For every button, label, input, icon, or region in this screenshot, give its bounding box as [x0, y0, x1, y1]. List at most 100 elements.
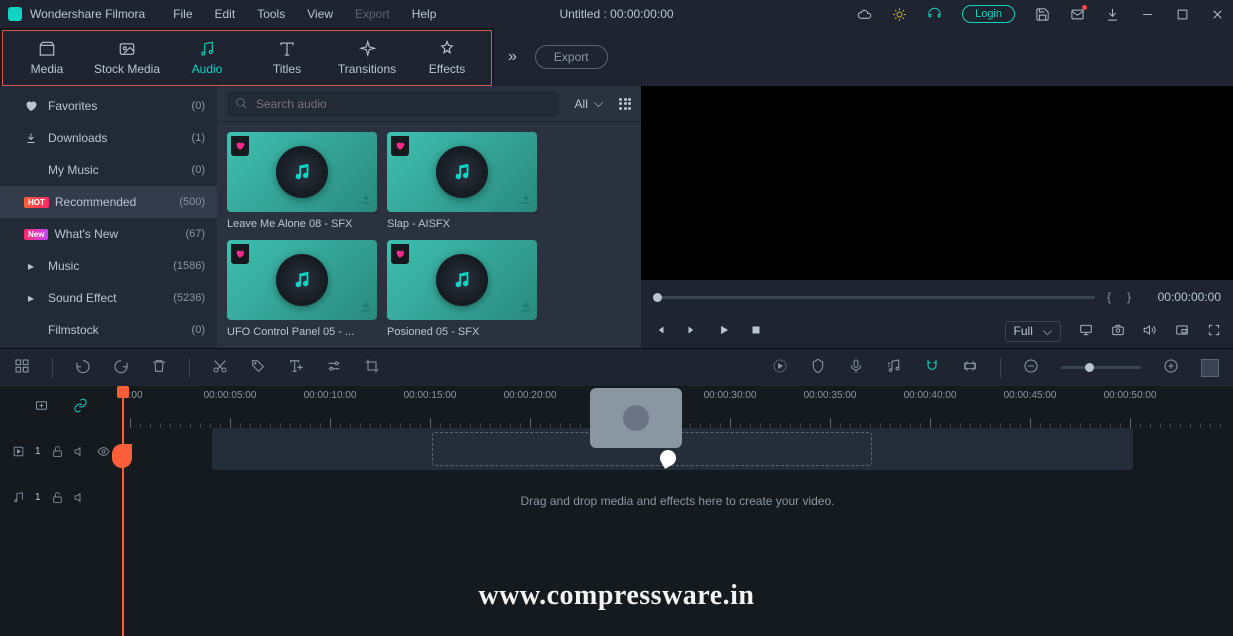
- media-thumb[interactable]: [387, 132, 537, 212]
- quality-dropdown[interactable]: Full⌵: [1005, 321, 1061, 342]
- mute-icon[interactable]: [74, 445, 87, 458]
- tag-icon[interactable]: [250, 358, 266, 377]
- range-braces[interactable]: {}: [1107, 290, 1131, 304]
- menu-edit[interactable]: Edit: [215, 7, 236, 21]
- prev-frame-icon[interactable]: [653, 323, 667, 340]
- dragging-media-chip[interactable]: [590, 388, 682, 448]
- adjust-icon[interactable]: [326, 358, 342, 377]
- marker-icon[interactable]: [810, 358, 826, 377]
- timeline: 00:0000:00:05:0000:00:10:0000:00:15:0000…: [0, 386, 1233, 636]
- video-track-body[interactable]: Drag and drop media and effects here to …: [122, 428, 1233, 474]
- minimize-icon[interactable]: [1140, 7, 1155, 22]
- tab-titles[interactable]: Titles: [247, 31, 327, 85]
- fullscreen-icon[interactable]: [1207, 323, 1221, 340]
- lock-icon[interactable]: [51, 445, 64, 458]
- filter-all-dropdown[interactable]: All⌵: [567, 96, 611, 111]
- volume-icon[interactable]: [1143, 323, 1157, 340]
- maximize-icon[interactable]: [1175, 7, 1190, 22]
- render-icon[interactable]: [772, 358, 788, 377]
- sidebar-item-music[interactable]: ▸Music(1586): [0, 250, 217, 282]
- search-icon: [235, 97, 248, 110]
- sparkle-icon[interactable]: [892, 7, 907, 22]
- sidebar-item-my-music[interactable]: My Music(0): [0, 154, 217, 186]
- tab-media-label: Media: [31, 62, 64, 76]
- download-icon[interactable]: [1105, 7, 1120, 22]
- monitor-icon[interactable]: [1079, 323, 1093, 340]
- login-button[interactable]: Login: [962, 5, 1015, 23]
- sidebar-item-what's-new[interactable]: NewWhat's New(67): [0, 218, 217, 250]
- audio-mixer-icon[interactable]: [886, 358, 902, 377]
- eye-icon[interactable]: [97, 445, 110, 458]
- tab-transitions[interactable]: Transitions: [327, 31, 407, 85]
- tab-audio[interactable]: Audio: [167, 31, 247, 85]
- download-icon[interactable]: [519, 299, 533, 316]
- zoom-in-icon[interactable]: [1163, 358, 1179, 377]
- snapshot-icon[interactable]: [1111, 323, 1125, 340]
- favorite-tag-icon[interactable]: [231, 244, 249, 264]
- favorite-tag-icon[interactable]: [231, 136, 249, 156]
- delete-icon[interactable]: [151, 358, 167, 377]
- zoom-slider[interactable]: [1061, 366, 1141, 369]
- favorite-tag-icon[interactable]: [391, 136, 409, 156]
- sidebar-item-sound-effect[interactable]: ▸Sound Effect(5236): [0, 282, 217, 314]
- media-thumb[interactable]: [227, 132, 377, 212]
- media-thumb[interactable]: [227, 240, 377, 320]
- lock-icon[interactable]: [51, 491, 64, 504]
- pip-icon[interactable]: [1175, 323, 1189, 340]
- step-back-icon[interactable]: [685, 323, 699, 340]
- menu-help[interactable]: Help: [412, 7, 437, 21]
- headphones-icon[interactable]: [927, 7, 942, 22]
- cut-icon[interactable]: [212, 358, 228, 377]
- media-card[interactable]: Slap - AISFX: [387, 132, 537, 230]
- ripple-icon[interactable]: [962, 358, 978, 377]
- menu-export[interactable]: Export: [355, 7, 390, 21]
- fit-toggle[interactable]: [1201, 359, 1219, 377]
- search-box[interactable]: [227, 91, 559, 117]
- voiceover-icon[interactable]: [848, 358, 864, 377]
- download-icon[interactable]: [359, 191, 373, 208]
- expand-panels-icon[interactable]: »: [508, 48, 517, 66]
- undo-icon[interactable]: [75, 358, 91, 377]
- link-icon[interactable]: [73, 398, 88, 416]
- media-thumb[interactable]: [387, 240, 537, 320]
- tab-stock-media[interactable]: Stock Media: [87, 31, 167, 85]
- media-card[interactable]: Leave Me Alone 08 - SFX: [227, 132, 377, 230]
- menu-view[interactable]: View: [307, 7, 333, 21]
- media-card[interactable]: Posioned 05 - SFX: [387, 240, 537, 338]
- export-button[interactable]: Export: [535, 45, 608, 69]
- ruler-label: 00:00:15:00: [404, 390, 457, 401]
- mute-icon[interactable]: [74, 491, 87, 504]
- media-card[interactable]: UFO Control Panel 05 - ...: [227, 240, 377, 338]
- grid-view-icon[interactable]: [619, 98, 631, 110]
- menu-file[interactable]: File: [173, 7, 192, 21]
- favorite-tag-icon[interactable]: [391, 244, 409, 264]
- add-text-icon[interactable]: [288, 358, 304, 377]
- menu-tools[interactable]: Tools: [257, 7, 285, 21]
- crop-icon[interactable]: [364, 358, 380, 377]
- sidebar-item-filmstock[interactable]: Filmstock(0): [0, 314, 217, 346]
- tab-effects[interactable]: Effects: [407, 31, 487, 85]
- chevron-down-icon: ⌵: [1043, 324, 1052, 339]
- magnet-icon[interactable]: [924, 358, 940, 377]
- cloud-icon[interactable]: [857, 7, 872, 22]
- redo-icon[interactable]: [113, 358, 129, 377]
- download-icon[interactable]: [519, 191, 533, 208]
- close-icon[interactable]: [1210, 7, 1225, 22]
- video-preview[interactable]: [641, 86, 1233, 280]
- mail-icon[interactable]: [1070, 7, 1085, 22]
- sidebar-item-favorites[interactable]: Favorites(0): [0, 90, 217, 122]
- scrub-slider[interactable]: [653, 296, 1095, 299]
- save-icon[interactable]: [1035, 7, 1050, 22]
- app-logo: [8, 7, 22, 21]
- download-icon[interactable]: [359, 299, 373, 316]
- audio-track-body[interactable]: [122, 474, 1233, 520]
- sidebar-item-recommended[interactable]: HOTRecommended(500): [0, 186, 217, 218]
- search-input[interactable]: [256, 97, 551, 111]
- play-icon[interactable]: [717, 323, 731, 340]
- sidebar-item-downloads[interactable]: Downloads(1): [0, 122, 217, 154]
- stop-icon[interactable]: [749, 323, 763, 340]
- zoom-out-icon[interactable]: [1023, 358, 1039, 377]
- add-track-icon[interactable]: [34, 398, 49, 416]
- tab-media[interactable]: Media: [7, 31, 87, 85]
- layout-icon[interactable]: [14, 358, 30, 377]
